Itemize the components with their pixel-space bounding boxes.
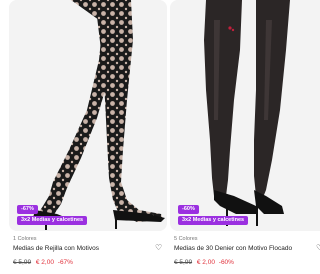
sale-price: € 2,00 <box>196 259 215 266</box>
color-count: 5 Colores <box>174 236 198 242</box>
product-card[interactable]: -67% 3x2 Medias y calcetines 1 Colores M… <box>9 0 167 266</box>
product-image[interactable]: -60% 3x2 Medias y calcetines <box>170 0 320 231</box>
price-row: € 5,99 € 2,00 -67% <box>13 259 73 266</box>
product-name[interactable]: Medias de 30 Denier con Motivo Flocado <box>174 245 292 252</box>
promo-badge[interactable]: 3x2 Medias y calcetines <box>17 216 88 225</box>
color-count: 1 Colores <box>13 236 37 242</box>
discount-percent: -60% <box>218 259 234 266</box>
price-row: € 5,99 € 2,00 -60% <box>174 259 234 266</box>
product-image[interactable]: -67% 3x2 Medias y calcetines <box>9 0 167 231</box>
product-name[interactable]: Medias de Rejilla con Motivos <box>13 245 99 252</box>
heart-icon[interactable]: ♡ <box>155 243 162 252</box>
discount-badge: -60% <box>178 205 199 214</box>
heart-icon[interactable]: ♡ <box>316 243 320 252</box>
discount-badge: -67% <box>17 205 38 214</box>
product-card[interactable]: -60% 3x2 Medias y calcetines 5 Colores M… <box>170 0 320 266</box>
original-price: € 5,99 <box>13 259 32 266</box>
discount-percent: -67% <box>57 259 73 266</box>
original-price: € 5,99 <box>174 259 193 266</box>
sale-price: € 2,00 <box>35 259 54 266</box>
promo-badge[interactable]: 3x2 Medias y calcetines <box>178 216 249 225</box>
